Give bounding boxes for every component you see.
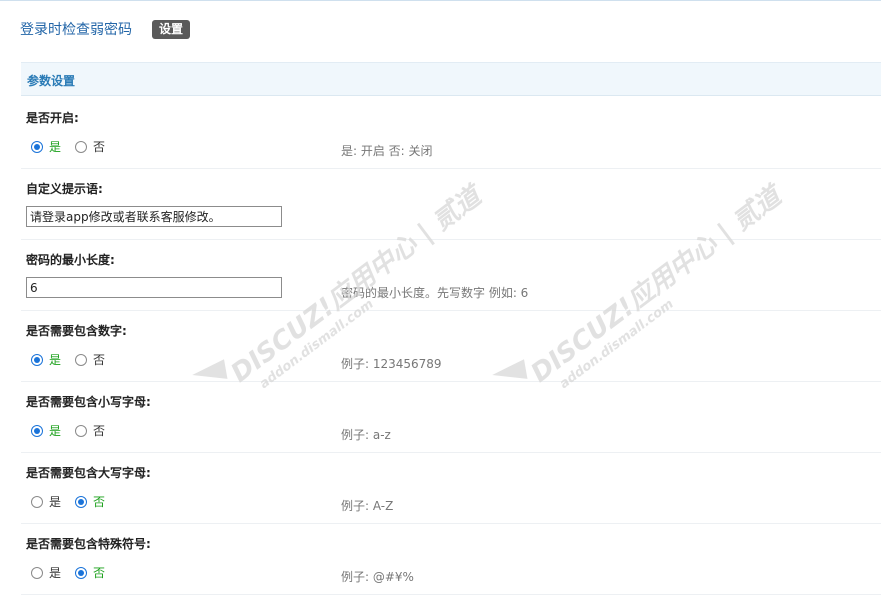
radio-option-yes[interactable]: 是 bbox=[31, 351, 61, 368]
setting-comment: 密码的最小长度。先写数字 例如: 6 bbox=[341, 286, 529, 300]
radio-label: 是 bbox=[49, 424, 62, 438]
settings-form: 是否开启: 是 否 是: 开启 否: 关闭 自定义提示语: 密码的最小长度: 密… bbox=[21, 98, 881, 595]
setting-label: 是否开启: bbox=[26, 111, 79, 125]
page-header: 登录时检查弱密码 设置 bbox=[20, 17, 191, 41]
uppercase-radio-group: 是 否 bbox=[31, 493, 119, 510]
setting-label: 是否需要包含大写字母: bbox=[26, 466, 151, 480]
setting-comment: 例子: 123456789 bbox=[341, 357, 442, 371]
radio-button[interactable] bbox=[31, 495, 43, 508]
setting-comment: 是: 开启 否: 关闭 bbox=[341, 144, 433, 158]
radio-label: 否 bbox=[93, 424, 106, 438]
top-border bbox=[0, 0, 881, 1]
setting-comment: 例子: A-Z bbox=[341, 499, 394, 513]
radio-button[interactable] bbox=[75, 566, 88, 579]
section-header: 参数设置 bbox=[21, 62, 881, 96]
radio-label: 否 bbox=[93, 495, 106, 509]
radio-option-yes[interactable]: 是 bbox=[31, 422, 61, 439]
setting-label: 是否需要包含小写字母: bbox=[26, 395, 151, 409]
radio-option-no[interactable]: 否 bbox=[75, 564, 105, 581]
radio-button[interactable] bbox=[75, 424, 88, 437]
setting-comment: 例子: @#¥% bbox=[341, 570, 414, 584]
setting-row-min-length: 密码的最小长度: 密码的最小长度。先写数字 例如: 6 bbox=[21, 240, 881, 311]
lowercase-radio-group: 是 否 bbox=[31, 422, 119, 439]
radio-button[interactable] bbox=[31, 353, 43, 366]
radio-option-no[interactable]: 否 bbox=[75, 351, 105, 368]
setting-label: 是否需要包含数字: bbox=[26, 324, 127, 338]
radio-option-no[interactable]: 否 bbox=[75, 422, 105, 439]
radio-label: 是 bbox=[49, 140, 62, 154]
radio-label: 否 bbox=[93, 140, 106, 154]
radio-button[interactable] bbox=[31, 566, 43, 579]
radio-label: 否 bbox=[93, 353, 106, 367]
radio-label: 是 bbox=[49, 566, 62, 580]
digits-radio-group: 是 否 bbox=[31, 351, 119, 368]
radio-button[interactable] bbox=[75, 495, 88, 508]
radio-option-no[interactable]: 否 bbox=[75, 493, 105, 510]
setting-label: 自定义提示语: bbox=[26, 182, 103, 196]
page-title: 登录时检查弱密码 bbox=[20, 22, 132, 38]
setting-row-require-special: 是否需要包含特殊符号: 是 否 例子: @#¥% bbox=[21, 524, 881, 595]
radio-button[interactable] bbox=[31, 424, 43, 437]
setting-row-require-lowercase: 是否需要包含小写字母: 是 否 例子: a-z bbox=[21, 382, 881, 453]
radio-button[interactable] bbox=[75, 353, 88, 366]
radio-option-no[interactable]: 否 bbox=[75, 138, 105, 155]
radio-label: 否 bbox=[93, 566, 106, 580]
setting-label: 密码的最小长度: bbox=[26, 253, 115, 267]
min-length-input[interactable] bbox=[26, 277, 282, 298]
radio-option-yes[interactable]: 是 bbox=[31, 564, 61, 581]
setting-row-enable: 是否开启: 是 否 是: 开启 否: 关闭 bbox=[21, 98, 881, 169]
setting-row-require-digits: 是否需要包含数字: 是 否 例子: 123456789 bbox=[21, 311, 881, 382]
radio-button[interactable] bbox=[31, 140, 43, 153]
section-title: 参数设置 bbox=[27, 74, 76, 88]
custom-prompt-input[interactable] bbox=[26, 206, 282, 227]
enable-radio-group: 是 否 bbox=[31, 138, 119, 155]
radio-label: 是 bbox=[49, 353, 62, 367]
setting-label: 是否需要包含特殊符号: bbox=[26, 537, 151, 551]
setting-comment: 例子: a-z bbox=[341, 428, 391, 442]
settings-tag-button[interactable]: 设置 bbox=[152, 19, 191, 39]
radio-button[interactable] bbox=[75, 140, 88, 153]
radio-label: 是 bbox=[49, 495, 62, 509]
radio-option-yes[interactable]: 是 bbox=[31, 493, 61, 510]
special-radio-group: 是 否 bbox=[31, 564, 119, 581]
setting-row-require-uppercase: 是否需要包含大写字母: 是 否 例子: A-Z bbox=[21, 453, 881, 524]
setting-row-custom-prompt: 自定义提示语: bbox=[21, 169, 881, 240]
radio-option-yes[interactable]: 是 bbox=[31, 138, 61, 155]
